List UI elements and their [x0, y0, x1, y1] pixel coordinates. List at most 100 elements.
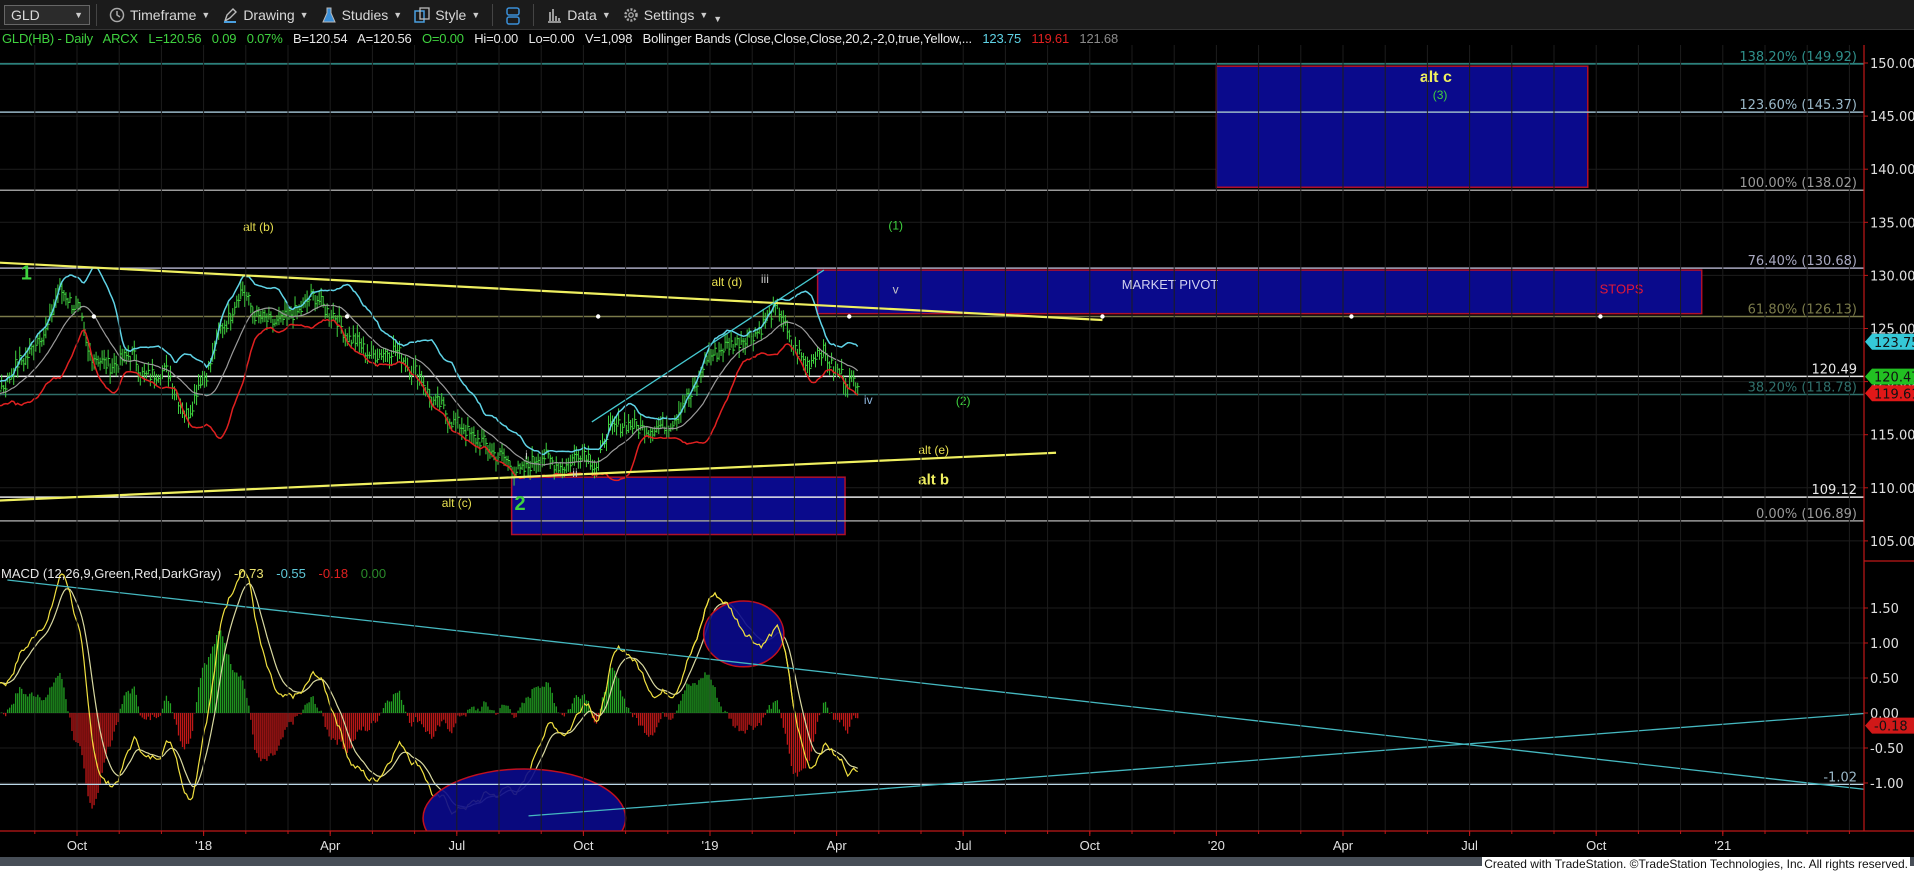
- wave-label: (1): [888, 219, 903, 233]
- time-tick-label: Apr: [1333, 838, 1354, 853]
- wave-label: ii: [572, 466, 577, 480]
- wave-label: i: [525, 448, 528, 462]
- layout-icon: [505, 6, 521, 25]
- timeframe-menu[interactable]: Timeframe ▼: [109, 7, 210, 23]
- time-tick-label: Oct: [1080, 838, 1101, 853]
- data-menu[interactable]: Data ▼: [546, 7, 611, 23]
- time-tick-label: Oct: [67, 838, 88, 853]
- info-exchange: ARCX: [102, 31, 139, 46]
- layout-button[interactable]: [505, 6, 521, 25]
- chevron-down-icon: ▼: [393, 9, 403, 20]
- pen-icon: [222, 7, 238, 23]
- data-label: Data: [567, 6, 597, 23]
- info-study[interactable]: Bollinger Bands (Close,Close,Close,20,2,…: [643, 31, 973, 46]
- info-bb-lower: 119.61: [1031, 31, 1069, 46]
- macd-panel: [0, 569, 1864, 831]
- time-tick-label: Apr: [826, 838, 847, 853]
- macd-up-trendline: [528, 712, 1864, 817]
- price-tick-label: 115.00: [1870, 429, 1914, 444]
- bar-chart-icon: [546, 7, 562, 23]
- style-icon: [414, 6, 430, 23]
- info-volume: V=1,098: [584, 31, 633, 46]
- info-change: 0.09: [211, 31, 237, 46]
- fib-level-label: 138.20% (149.92): [1739, 50, 1857, 65]
- chevron-down-icon: ▼: [699, 9, 709, 20]
- studies-label: Studies: [341, 6, 389, 23]
- wave-label: alt b: [918, 472, 949, 489]
- fib-level-label: 120.49: [1812, 362, 1858, 377]
- info-change-pct: 0.07%: [246, 31, 283, 46]
- macd-down-trendline: [7, 579, 1864, 790]
- price-tag: 120.47: [1865, 368, 1914, 386]
- wave-label: v: [893, 282, 899, 296]
- time-tick-label: Jul: [955, 838, 972, 853]
- fib-level-label: 61.80% (126.13): [1748, 302, 1857, 317]
- macd-study-label[interactable]: MACD (12,26,9,Green,Red,DarkGray): [1, 566, 221, 581]
- info-bb-upper: 123.75: [982, 31, 1021, 46]
- fib-level-label: 123.60% (145.37): [1739, 98, 1857, 113]
- time-tick-label: Apr: [320, 838, 341, 853]
- price-panel: alt c(3)alt (b)1 alt (d) iii(1)v MARKET PIV…: [0, 62, 1864, 542]
- chevron-down-icon: ▼: [201, 9, 211, 20]
- macd-diff-value: -0.18: [318, 566, 349, 581]
- bollinger-middle-band: [0, 304, 859, 466]
- copyright-text: Created with TradeStation. ©TradeStation…: [1482, 857, 1910, 871]
- macd-tag: -0.18: [1865, 717, 1914, 735]
- price-chart[interactable]: alt c(3)alt (b)1 alt (d) iii(1)v MARKET PIV…: [0, 0, 1914, 872]
- settings-menu[interactable]: Settings ▼ ▼: [623, 6, 722, 24]
- pivot-dot: [344, 314, 350, 319]
- pivot-dot: [595, 314, 601, 319]
- alt-c-support-box: [510, 476, 846, 536]
- wave-label: iv: [864, 393, 873, 407]
- price-tag-label: 120.47: [1874, 371, 1914, 386]
- wave-label: alt (e): [918, 443, 949, 457]
- wave-label: alt (d): [712, 275, 743, 289]
- wave-label: MARKET PIVOT: [1122, 277, 1219, 292]
- info-ask: A=120.56: [357, 31, 412, 46]
- fib-level-label: 109.12: [1812, 483, 1858, 498]
- pivot-dot: [1100, 314, 1105, 319]
- info-low: Lo=0.00: [528, 31, 575, 46]
- time-tick-label: Oct: [573, 838, 594, 853]
- time-tick-label: '19: [702, 838, 719, 853]
- symbol-selector[interactable]: GLD ▼: [4, 4, 90, 25]
- fib-level-label: 38.20% (118.78): [1748, 381, 1857, 396]
- alt-c-target-box: [1215, 65, 1589, 189]
- style-menu[interactable]: Style ▼: [414, 7, 480, 23]
- toolbar-divider: [533, 3, 535, 26]
- price-tick-label: 150.00: [1870, 57, 1914, 72]
- timeframe-label: Timeframe: [130, 6, 197, 23]
- drawing-label: Drawing: [243, 6, 295, 23]
- channel-line: [591, 269, 825, 423]
- time-tick-label: Oct: [1586, 838, 1607, 853]
- info-open: O=0.00: [422, 31, 464, 46]
- gear-icon: [623, 7, 639, 23]
- macd-value: -0.73: [233, 566, 264, 581]
- fib-level-label: 100.00% (138.02): [1739, 176, 1857, 191]
- chevron-down-icon: ▼: [299, 9, 309, 20]
- market-pivot-box: [816, 269, 1703, 315]
- clock-icon: [109, 7, 125, 23]
- pivot-dot: [1349, 314, 1354, 319]
- macd-tag-label: -0.18: [1874, 720, 1908, 735]
- time-tick-label: Jul: [1461, 838, 1478, 853]
- drawing-menu[interactable]: Drawing ▼: [222, 6, 309, 23]
- price-tick-label: 135.00: [1870, 216, 1914, 231]
- info-high: Hi=0.00: [474, 31, 519, 46]
- price-tag: 119.61: [1865, 385, 1914, 402]
- info-last: L=120.56: [148, 31, 202, 46]
- chevron-down-icon: ▼: [74, 9, 83, 20]
- macd-tick-label: 1.50: [1870, 602, 1899, 617]
- macd-tick-label: -0.50: [1870, 742, 1904, 757]
- macd-header: MACD (12,26,9,Green,Red,DarkGray) -0.73 …: [1, 566, 395, 581]
- macd-zero-value: 0.00: [360, 566, 387, 581]
- toolbar-divider: [492, 3, 494, 26]
- wave-label: 1: [21, 263, 32, 285]
- wave-label: iii: [761, 272, 769, 286]
- price-tick-label: 105.00: [1870, 535, 1914, 550]
- price-tag: 123.75: [1865, 333, 1914, 351]
- overflow-chevron-icon[interactable]: ▼: [713, 14, 722, 24]
- macd-tick-label: 1.00: [1870, 637, 1899, 652]
- pivot-dot: [847, 314, 852, 319]
- studies-menu[interactable]: Studies ▼: [321, 6, 403, 23]
